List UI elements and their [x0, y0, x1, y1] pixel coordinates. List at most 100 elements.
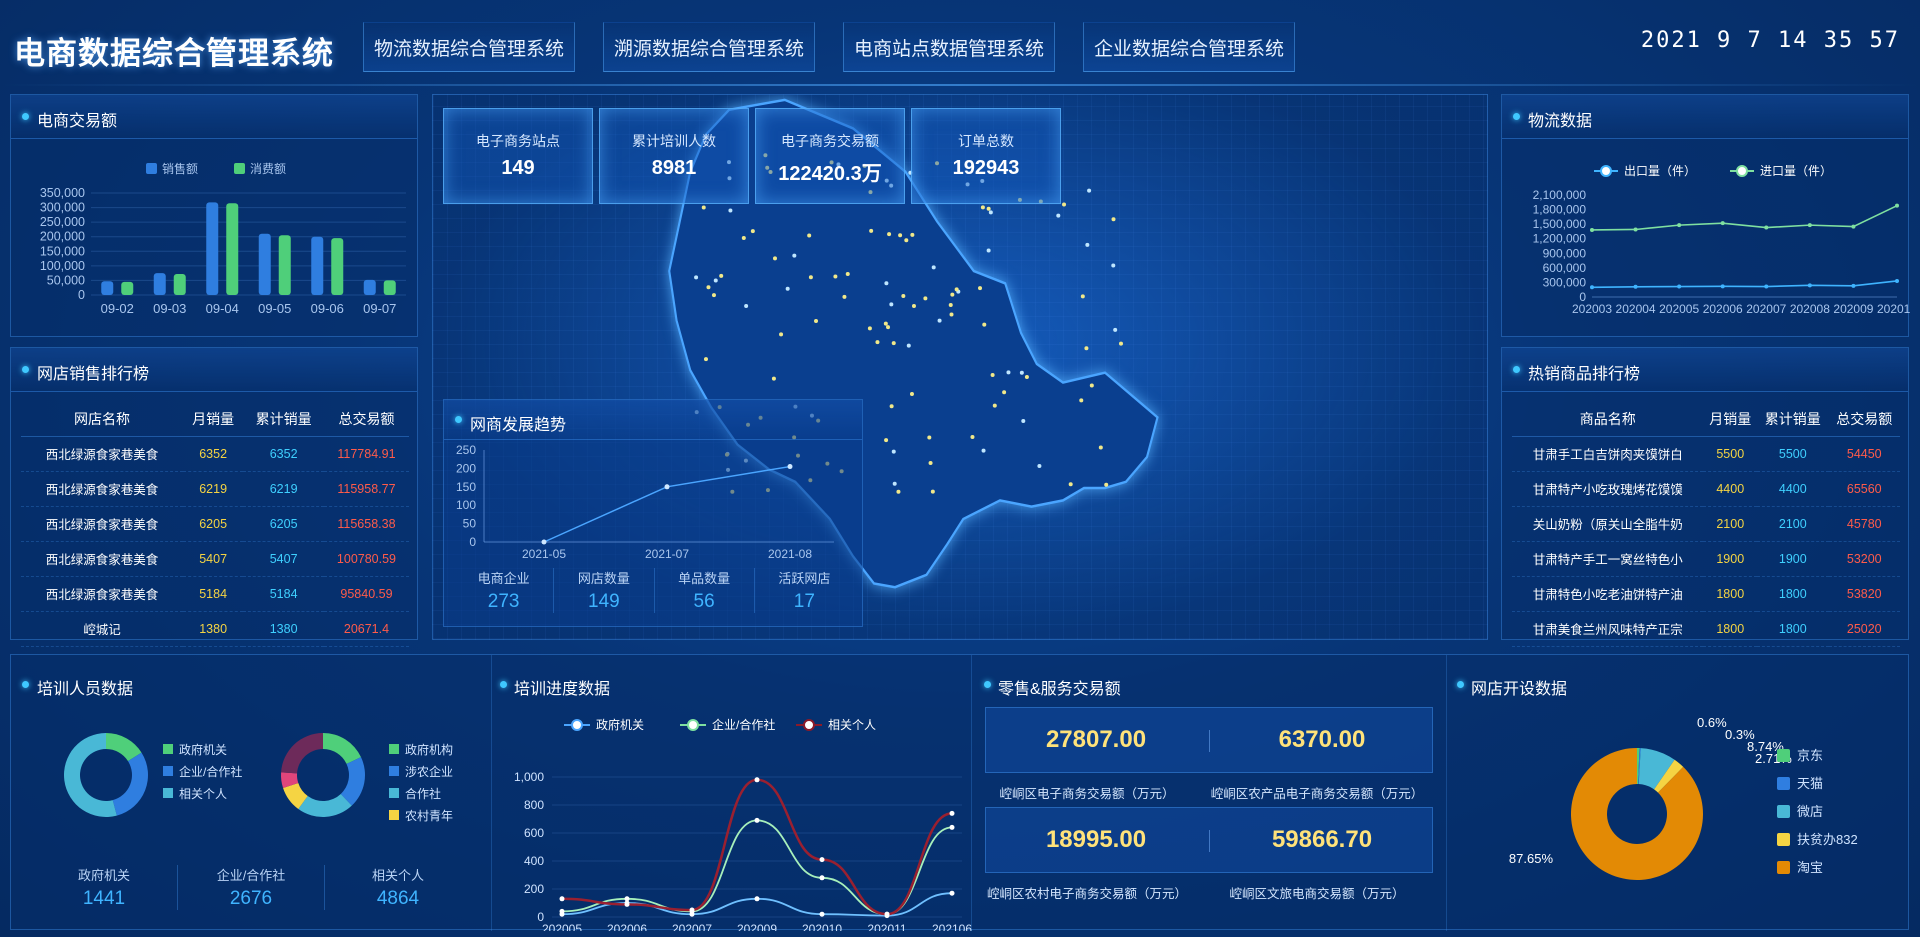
summary-item: 单品数量 56 [653, 568, 754, 613]
map-dot [1111, 263, 1116, 268]
map-dot [928, 461, 933, 466]
table-row[interactable]: 甘肃特色小吃老油饼特产油 1800 1800 53820 [1512, 576, 1900, 612]
map-dot [887, 232, 892, 237]
retail-section: 零售&服务交易额 27807.00 6370.00 崆峒区电子商务交易额（万元）… [971, 655, 1446, 931]
tab-logistics-system[interactable]: 物流数据综合管理系统 [363, 22, 575, 72]
amount-value: 6370.00 [1278, 726, 1366, 753]
map-dot [1024, 374, 1029, 379]
trend-line-chart: 250 200 150 100 50 0 2021-05 2021-07 2021-08 [456, 443, 834, 558]
bottom-panel: 培训人员数据 政府机关 企业/合作社 相关个人 政府机构 涉农企业 合作社 农村… [10, 654, 1909, 931]
x-tick-label: 09-07 [363, 301, 396, 316]
series-line [1591, 280, 1898, 289]
map-dot [954, 287, 959, 292]
table-row[interactable]: 甘肃手工白吉饼肉夹馍饼白 5500 5500 54450 [1512, 436, 1900, 472]
series-point [559, 908, 565, 914]
trainee-types-donut-chart [281, 733, 365, 817]
series-point [1590, 227, 1594, 232]
table-cell: 100780.59 [323, 541, 409, 577]
y-tick-label: 2,100,000 [1533, 188, 1587, 202]
table-row[interactable]: 西北绿源食家巷美食 5184 5184 95840.59 [21, 576, 409, 612]
table-cell: 54450 [1828, 436, 1900, 472]
table-row[interactable]: 崆城记 1380 1380 20671.4 [21, 611, 409, 647]
column-header: 总交易额 [323, 402, 409, 437]
legend-label: 进口量（件） [1760, 164, 1832, 178]
legend-label: 消费额 [250, 162, 286, 176]
training-progress-section: 培训进度数据 政府机关 企业/合作社 相关个人 1,000 800 600 400 200 0 2… [491, 655, 972, 931]
map-dot [1089, 383, 1094, 388]
total-item: 企业/合作社 2676 [177, 865, 324, 910]
legend-swatch [1777, 777, 1790, 790]
table-row[interactable]: 西北绿源食家巷美食 5407 5407 100780.59 [21, 541, 409, 577]
title-dot-icon [455, 416, 462, 423]
series-point [884, 911, 890, 917]
column-header: 累计销量 [243, 402, 324, 437]
y-tick-label: 150 [456, 480, 476, 494]
table-cell: 53200 [1828, 541, 1900, 577]
table-cell: 西北绿源食家巷美食 [21, 436, 183, 472]
map-dot [772, 256, 777, 261]
legend-item: 政府机关 [163, 739, 242, 761]
legend-item: 政府机构 [389, 739, 453, 761]
tab-ecommerce-site-system[interactable]: 电商站点数据管理系统 [843, 22, 1055, 72]
map-dot [950, 292, 955, 297]
legend-label: 出口量（件） [1624, 164, 1696, 178]
series-point [754, 896, 760, 902]
y-tick-label: 1,000 [514, 770, 544, 784]
stat-card-trainees: 累计培训人数 8981 [599, 108, 749, 204]
legend-label: 淘宝 [1797, 860, 1823, 875]
map-dot [889, 404, 894, 409]
table-cell: 西北绿源食家巷美食 [21, 541, 183, 577]
y-tick-label: 800 [524, 798, 544, 812]
table-row[interactable]: 西北绿源食家巷美食 6219 6219 115958.77 [21, 471, 409, 507]
legend-swatch [389, 766, 399, 776]
series-point [949, 824, 955, 830]
summary-item: 活跃网店 17 [753, 568, 854, 613]
x-tick-label: 09-03 [153, 301, 186, 316]
legend-marker [571, 719, 583, 731]
title-dot-icon [1457, 681, 1464, 688]
table-cell: 53820 [1828, 576, 1900, 612]
table-cell: 崆城记 [21, 611, 183, 647]
stat-label: 电子商务交易额 [781, 133, 879, 149]
series-line [1591, 204, 1898, 231]
table-row[interactable]: 西北绿源食家巷美食 6205 6205 115658.38 [21, 506, 409, 542]
summary-value: 273 [487, 591, 520, 612]
map-dot [883, 321, 888, 326]
table-row[interactable]: 甘肃美食兰州风味特产正宗 1800 1800 25020 [1512, 611, 1900, 647]
stat-value: 192943 [952, 157, 1020, 179]
table-cell: 1380 [243, 611, 324, 647]
x-tick-label: 09-06 [311, 301, 344, 316]
table-cell: 5500 [1757, 436, 1829, 472]
table-row[interactable]: 甘肃特产小吃玫瑰烤花馍馍 4400 4400 65560 [1512, 471, 1900, 507]
trainees-section: 培训人员数据 政府机关 企业/合作社 相关个人 政府机构 涉农企业 合作社 农村… [11, 655, 491, 931]
map-dot [1019, 370, 1024, 375]
column-header: 总交易额 [1828, 402, 1900, 437]
x-tick-label: 2021-08 [768, 547, 812, 558]
tab-traceability-system[interactable]: 溯源数据综合管理系统 [603, 22, 815, 72]
donut-slice [281, 733, 323, 774]
table-row[interactable]: 西北绿源食家巷美食 6352 6352 117784.91 [21, 436, 409, 472]
map-dot [948, 302, 953, 307]
x-tick-label: 09-04 [206, 301, 239, 316]
map-dot [892, 481, 897, 486]
total-item: 政府机关 1441 [31, 865, 177, 910]
pie-label: 0.6% [1697, 715, 1727, 730]
map-dot [1111, 217, 1116, 222]
table-cell: 115658.38 [323, 506, 409, 542]
table-row[interactable]: 关山奶粉（原关山全脂牛奶 2100 2100 45780 [1512, 506, 1900, 542]
map-dot [701, 205, 706, 210]
map-dot [1062, 202, 1067, 207]
table-cell: 6219 [243, 471, 324, 507]
map-dot [891, 341, 896, 346]
map-dot [911, 303, 916, 308]
x-tick-label: 09-05 [258, 301, 291, 316]
tab-enterprise-system[interactable]: 企业数据综合管理系统 [1083, 22, 1295, 72]
legend-item: 相关个人 [163, 783, 242, 805]
map-dot [1079, 398, 1084, 403]
series-point [1895, 278, 1899, 283]
legend-label: 相关个人 [828, 718, 876, 732]
shop-ranking-panel: 网店销售排行榜 网店名称 月销量 累计销量 总交易额 西北绿源食家巷美食 6352… [10, 347, 418, 647]
table-row[interactable]: 甘肃特产手工一窝丝特色小 1900 1900 53200 [1512, 541, 1900, 577]
map-dot [931, 265, 936, 270]
x-tick-label: 202007 [1746, 302, 1786, 316]
